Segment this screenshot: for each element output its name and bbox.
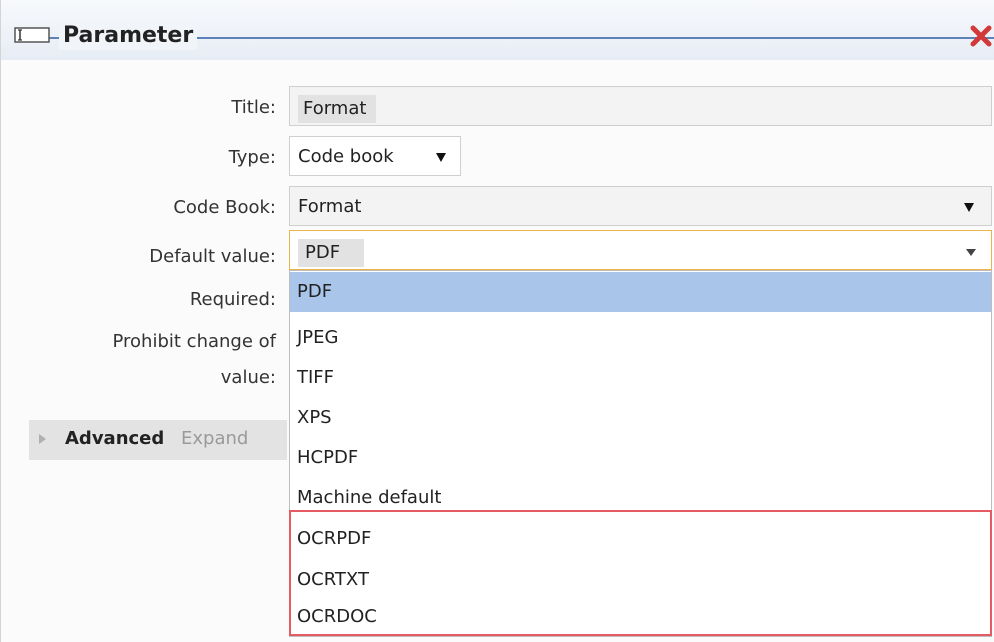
parameter-dialog: Parameter Title: Format Type: Code book … (0, 0, 994, 642)
expand-triangle-icon (39, 434, 46, 444)
type-select[interactable]: Code book (289, 136, 461, 176)
close-x-icon[interactable] (967, 22, 994, 50)
list-item-xps[interactable]: XPS (290, 398, 991, 438)
default-value-label: Default value: (149, 246, 276, 267)
list-item-pdf[interactable]: PDF (290, 272, 991, 312)
title-value: Format (298, 95, 377, 123)
codebook-label: Code Book: (173, 197, 276, 218)
chevron-down-icon (966, 249, 976, 256)
prohibit-label-line2: value: (220, 367, 276, 388)
required-label: Required: (189, 289, 276, 310)
chevron-down-icon (964, 203, 974, 212)
expand-link[interactable]: Expand (181, 428, 248, 449)
type-label: Type: (228, 147, 276, 168)
parameter-icon (14, 27, 50, 43)
default-value-current: PDF (298, 239, 365, 267)
chevron-down-icon (436, 153, 446, 162)
dialog-titlebar: Parameter (1, 0, 994, 60)
list-item-tiff[interactable]: TIFF (290, 358, 991, 398)
title-field[interactable]: Format (289, 86, 992, 126)
advanced-label: Advanced (65, 428, 165, 449)
codebook-value: Format (298, 196, 362, 217)
type-value: Code book (298, 146, 394, 167)
dialog-title: Parameter (59, 22, 198, 50)
codebook-select[interactable]: Format (289, 186, 992, 226)
list-item-jpeg[interactable]: JPEG (290, 318, 991, 358)
default-value-select[interactable]: PDF (289, 230, 992, 270)
list-item-hcpdf[interactable]: HCPDF (290, 438, 991, 478)
prohibit-label-line1: Prohibit change of (112, 331, 277, 352)
advanced-section-toggle[interactable]: Advanced Expand (29, 420, 287, 460)
title-label: Title: (231, 97, 276, 118)
ocr-options-highlight (289, 510, 992, 636)
